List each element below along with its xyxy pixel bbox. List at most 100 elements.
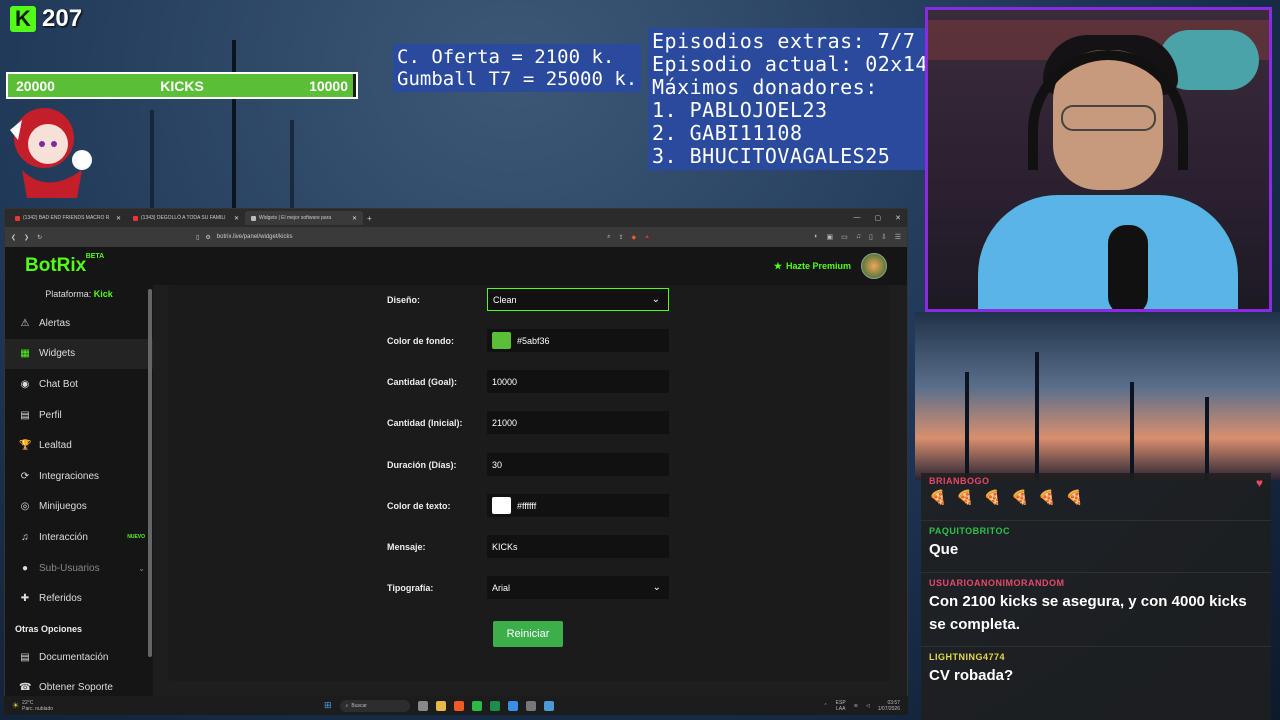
goal-label: KICKS [160, 77, 204, 94]
minimize-icon[interactable]: — [854, 214, 861, 222]
sidebar-item-documentacion[interactable]: ▤ Documentación [5, 642, 153, 673]
back-icon[interactable]: ❮ [11, 234, 16, 241]
sidebar-item-sub-usuarios[interactable]: ● Sub-Usuarios ⌄ [5, 553, 153, 584]
sidebar-item-alertas[interactable]: ⚠ Alertas [5, 308, 153, 339]
sidebar-item-referidos[interactable]: ✚ Referidos [5, 583, 153, 614]
zoom-icon[interactable]: ⌕ [607, 234, 610, 241]
app-icon[interactable] [471, 700, 482, 711]
downloads-icon[interactable]: ⇩ [881, 233, 887, 241]
brave-shield-icon[interactable]: ◆ [632, 234, 637, 241]
taskview-icon[interactable] [417, 700, 428, 711]
sidebar-item-lealtad[interactable]: 🏆 Lealtad [5, 430, 153, 461]
wind-farm-scene [915, 312, 1280, 480]
wallet-icon[interactable]: ▣ [826, 233, 833, 241]
address-bar-row: ❮ ❯ ↻ ▯ ⚙ botrix.live/panel/widget/kicks… [5, 227, 907, 247]
sidebar-section-title: Otras Opciones [15, 623, 83, 634]
app-icon[interactable] [525, 700, 536, 711]
chat-text: Que [929, 541, 959, 558]
taskbar-search[interactable]: ⌕ Buscar [339, 699, 410, 712]
screenshot-icon[interactable]: ▭ [841, 233, 848, 241]
brave-icon[interactable] [453, 700, 464, 711]
kick-counter: K 207 [10, 5, 82, 33]
volume-icon[interactable]: ◁ [866, 703, 870, 709]
tab-bar: (1342) BAD END FRIENDS MACRO R ✕ (1343) D… [5, 209, 907, 227]
platform-indicator: Plataforma: Kick [45, 289, 113, 299]
users-icon: ● [21, 562, 29, 574]
app-icon[interactable] [543, 700, 554, 711]
weather-widget[interactable]: ☀ 22°C Parc. nublado [4, 700, 74, 712]
episode-line: Máximos donadores: [652, 75, 878, 99]
webcam-feed [925, 7, 1272, 312]
offer-line: C. Oferta = 2100 k. [397, 46, 615, 68]
browser-tab[interactable]: (1343) DEGOLLÓ A TODA SU FAMILI ✕ [127, 211, 245, 225]
kick-logo-icon: K [10, 6, 36, 32]
goal-right-value: 10000 [309, 77, 348, 94]
gamepad-icon: ◎ [20, 501, 30, 513]
forward-icon[interactable]: ❯ [24, 234, 29, 241]
clock-date: 1/07/2026 [877, 705, 900, 712]
share-icon[interactable]: ⇪ [618, 234, 623, 241]
bookmark-icon[interactable]: ▯ [196, 234, 199, 241]
menu-icon[interactable]: ☰ [895, 233, 901, 241]
sidebar-scrollbar[interactable] [148, 289, 152, 657]
font-select[interactable]: Arial ⌄ [487, 576, 669, 599]
text-color-swatch[interactable] [492, 497, 511, 514]
user-avatar[interactable] [861, 253, 887, 279]
maximize-icon[interactable]: ▢ [875, 214, 882, 222]
sidebar-item-integraciones[interactable]: ⟳ Integraciones [5, 461, 153, 492]
message-input[interactable]: KICKs [487, 535, 669, 558]
duration-input[interactable]: 30 [487, 453, 669, 476]
site-info-icon[interactable]: ⚙ [205, 234, 210, 241]
trophy-icon: 🏆 [19, 440, 32, 452]
sidebar-icon[interactable]: ▯ [869, 233, 873, 241]
sidebar-item-minijuegos[interactable]: ◎ Minijuegos [5, 492, 153, 523]
form-row-font: Tipografía: Arial ⌄ [387, 576, 669, 599]
goal-amount-label: Cantidad (Goal): [387, 376, 457, 387]
new-tab-button[interactable]: + [367, 214, 372, 223]
rewards-icon[interactable]: ▲ [644, 234, 650, 241]
extension-icon[interactable]: ◐ [814, 233, 818, 241]
sidebar-item-interaccion[interactable]: ♫ Interacción NUEVO [5, 522, 153, 553]
bg-color-field[interactable]: #5abf36 [487, 329, 669, 352]
chat-text: Con 2100 kicks se asegura, y con 4000 ki… [929, 593, 1247, 633]
microphone [1108, 225, 1148, 309]
close-icon[interactable]: ✕ [895, 214, 901, 222]
font-label: Tipografía: [387, 582, 434, 593]
reset-button[interactable]: Reiniciar [493, 621, 563, 647]
chat-text: CV robada? [929, 667, 1014, 684]
chat-message: BRIANBOGO 🍕 🍕 🍕 🍕 🍕 🍕 ♥ [921, 473, 1271, 521]
alert-icon: ⚠ [20, 317, 30, 329]
message-label: Mensaje: [387, 541, 426, 552]
widget-settings-panel: Diseño: Clean ⌄ Color de fondo: #5abf36 C… [168, 285, 890, 681]
sidebar-item-perfil[interactable]: ▤ Perfil [5, 400, 153, 431]
playlist-icon[interactable]: ♫ [856, 233, 861, 241]
url-field[interactable]: ▯ ⚙ botrix.live/panel/widget/kicks ⌕ ⇪ ◆… [190, 231, 650, 244]
chat-message: USUARIOANONIMORANDOM Con 2100 kicks se a… [921, 575, 1271, 647]
windows-start-icon[interactable]: ⊞ [324, 700, 332, 711]
browser-tab-active[interactable]: Widgets | El mejor software para ✕ [245, 211, 363, 225]
music-icon: ♫ [21, 531, 29, 543]
text-color-field[interactable]: #ffffff [487, 494, 669, 517]
chat-message: PAQUITOBRITOC Que [921, 523, 1271, 573]
premium-button[interactable]: ★ Hazte Premium [774, 261, 851, 272]
form-row-initial: Cantidad (Inicial): 21000 [387, 411, 669, 434]
file-explorer-icon[interactable] [435, 700, 446, 711]
reload-icon[interactable]: ↻ [37, 234, 42, 241]
design-label: Diseño: [387, 294, 421, 305]
chevron-up-icon[interactable]: ⌃ [823, 703, 827, 709]
sidebar-item-chat-bot[interactable]: ◉ Chat Bot [5, 369, 153, 400]
design-select[interactable]: Clean ⌄ [487, 288, 669, 311]
bg-color-swatch[interactable] [492, 332, 511, 349]
botrix-logo[interactable]: BotRix BETA [25, 253, 104, 277]
excel-icon[interactable] [489, 700, 500, 711]
initial-amount-label: Cantidad (Inicial): [387, 417, 463, 428]
app-icon[interactable] [507, 700, 518, 711]
windows-taskbar: ☀ 22°C Parc. nublado ⊞ ⌕ Buscar ⌃ ESP LAA… [4, 696, 908, 715]
goal-amount-input[interactable]: 10000 [487, 370, 669, 393]
browser-tab[interactable]: (1342) BAD END FRIENDS MACRO R ✕ [9, 211, 127, 225]
initial-amount-input[interactable]: 21000 [487, 411, 669, 434]
offer-line: Gumball T7 = 25000 k. [397, 68, 638, 90]
wifi-icon[interactable]: ≋ [854, 703, 858, 709]
chat-username: BRIANBOGO [929, 476, 990, 486]
sidebar-item-widgets[interactable]: ▦ Widgets [5, 338, 153, 370]
